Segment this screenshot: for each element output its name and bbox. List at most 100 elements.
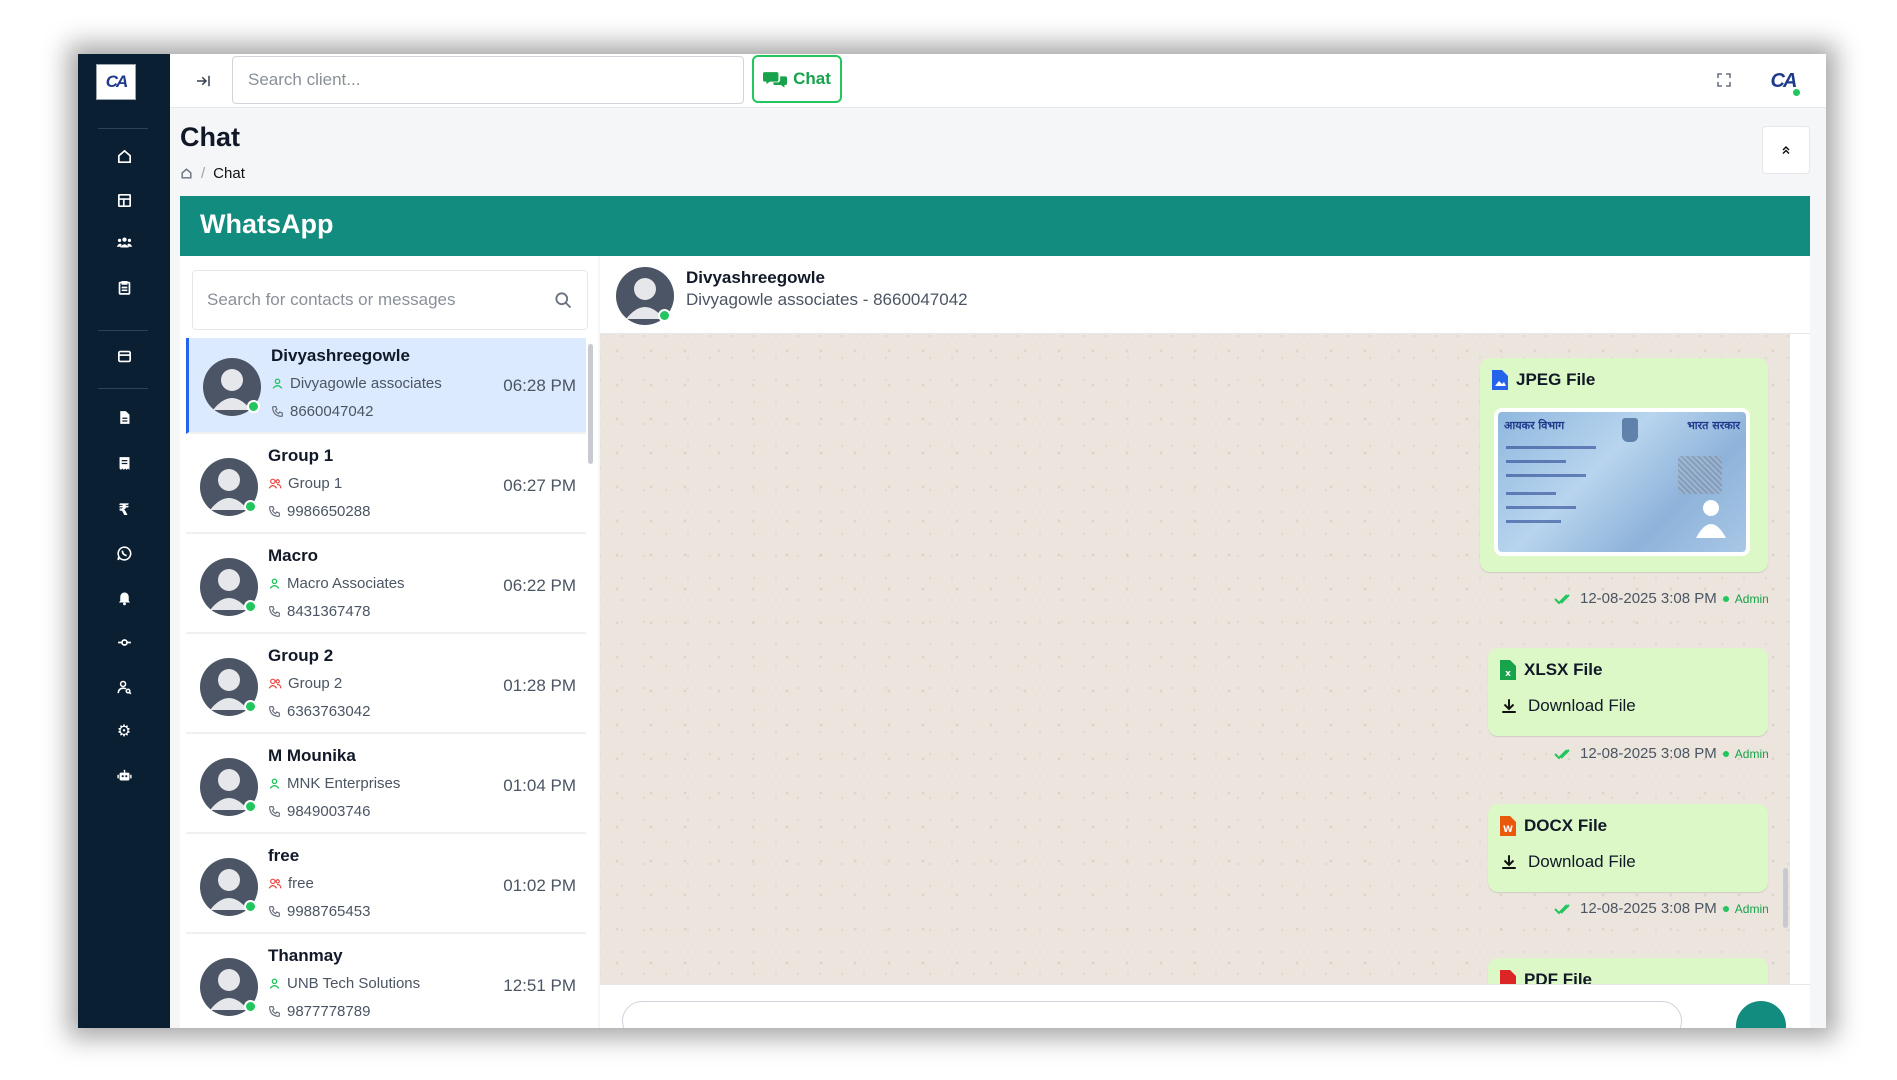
download-file-link[interactable]: Download File xyxy=(1500,852,1636,872)
phone-icon xyxy=(272,406,283,417)
sidebar-item-whatsapp[interactable] xyxy=(78,538,170,568)
contact-item[interactable]: Group 2 Group 2 6363763042 01:28 PM xyxy=(186,636,586,734)
double-check-icon xyxy=(1554,593,1570,604)
pan-card-dept-text: आयकर विभाग xyxy=(1504,419,1565,432)
contact-phone-text: 9986650288 xyxy=(287,503,371,520)
table-icon xyxy=(117,193,131,207)
phone-icon xyxy=(269,906,280,917)
contact-phone-text: 8431367478 xyxy=(287,603,371,620)
home-icon[interactable] xyxy=(180,167,193,180)
message-file-title: JPEG File xyxy=(1492,370,1595,390)
contact-item[interactable]: Thanmay UNB Tech Solutions 9877778789 12:51… xyxy=(186,936,586,1028)
message-bubble: JPEG File आयकर विभाग भारत सरकार xyxy=(1480,358,1768,572)
contact-search xyxy=(192,270,588,330)
download-icon xyxy=(1502,699,1516,713)
search-icon[interactable] xyxy=(553,290,573,310)
contact-phone: 9877778789 xyxy=(268,1003,370,1020)
message-area: JPEG File आयकर विभाग भारत सरकार 12-08-20… xyxy=(600,334,1790,984)
message-file-title-text: XLSX File xyxy=(1524,660,1603,679)
message-file-title: W DOCX File xyxy=(1500,816,1607,836)
contact-item[interactable]: Divyashreegowle Divyagowle associates 8660… xyxy=(186,338,586,434)
pan-card-line xyxy=(1506,506,1576,509)
sidebar-item-table[interactable] xyxy=(78,185,170,215)
hologram-icon xyxy=(1678,456,1722,494)
phone-icon xyxy=(269,706,280,717)
contact-search-input[interactable] xyxy=(193,271,553,329)
chat-button[interactable]: Chat xyxy=(752,55,842,103)
send-button[interactable] xyxy=(1736,1001,1786,1028)
sidebar-item-bell[interactable] xyxy=(78,582,170,612)
online-status-dot xyxy=(244,900,257,913)
receipt-icon xyxy=(119,456,129,470)
excel-file-icon: x xyxy=(1500,660,1516,680)
users-icon xyxy=(116,237,132,247)
sidebar-item-settings[interactable]: ⚙ xyxy=(78,715,170,745)
document-icon xyxy=(119,410,129,424)
collapse-arrow-icon xyxy=(197,75,210,87)
contact-name: free xyxy=(268,846,300,865)
contact-item[interactable]: Macro Macro Associates 8431367478 06:22 PM xyxy=(186,536,586,634)
sidebar-item-commit[interactable] xyxy=(78,627,170,657)
pan-card-image[interactable]: आयकर विभाग भारत सरकार xyxy=(1494,408,1750,556)
fullscreen-icon[interactable] xyxy=(1712,68,1736,92)
sidebar-item-receipt[interactable] xyxy=(78,448,170,478)
contact-company-text: Group 2 xyxy=(288,675,343,692)
collapse-header-button[interactable] xyxy=(1762,126,1810,174)
chat-bubbles-icon xyxy=(763,72,788,88)
sidebar-item-robot[interactable] xyxy=(78,760,170,790)
sidebar-logo[interactable]: CA xyxy=(96,64,136,100)
chat-header: Divyashreegowle Divyagowle associates - … xyxy=(600,256,1810,334)
logo-text: CA xyxy=(105,72,129,91)
gear-icon: ⚙ xyxy=(116,720,132,740)
clipboard-icon xyxy=(118,280,130,295)
contact-phone-text: 9877778789 xyxy=(287,1003,371,1020)
phone-icon xyxy=(269,606,280,617)
contact-item[interactable]: free free 9988765453 01:02 PM xyxy=(186,836,586,934)
contact-company-text: Divyagowle associates xyxy=(290,375,442,392)
message-timestamp: 12-08-2025 3:08 PM xyxy=(1580,745,1717,762)
message-file-title: PDF File xyxy=(1500,970,1592,984)
contact-time: 01:28 PM xyxy=(503,676,576,695)
message-sender: Admin xyxy=(1734,746,1769,761)
contact-phone: 9849003746 xyxy=(268,803,370,820)
contact-company: free xyxy=(268,875,314,892)
contact-company-text: Macro Associates xyxy=(287,575,405,592)
photo-silhouette-icon xyxy=(1696,500,1726,538)
sidebar-toggle-button[interactable] xyxy=(190,68,216,94)
online-status-dot xyxy=(244,500,257,513)
contact-company: UNB Tech Solutions xyxy=(268,975,420,992)
pan-card-line xyxy=(1506,446,1596,449)
contact-item[interactable]: Group 1 Group 1 9986650288 06:27 PM xyxy=(186,436,586,534)
message-input[interactable] xyxy=(622,1001,1682,1028)
contact-list-scrollbar[interactable] xyxy=(588,344,593,464)
message-meta: 12-08-2025 3:08 PM Admin xyxy=(1554,745,1769,762)
online-status-dot xyxy=(244,800,257,813)
contact-company-text: Group 1 xyxy=(288,475,343,492)
download-file-link[interactable]: Download File xyxy=(1500,696,1636,716)
page-title: Chat xyxy=(180,122,240,152)
online-status-dot xyxy=(244,1000,257,1013)
sidebar-item-clipboard[interactable] xyxy=(78,272,170,302)
sidebar-item-rupee[interactable]: ₹ xyxy=(78,494,170,524)
pan-card-line xyxy=(1506,520,1561,523)
contact-item[interactable]: M Mounika MNK Enterprises 9849003746 01:04 … xyxy=(186,736,586,834)
contact-name: M Mounika xyxy=(268,746,356,765)
sidebar-divider xyxy=(98,330,148,331)
sidebar-item-user-key[interactable] xyxy=(78,672,170,702)
client-search-input[interactable] xyxy=(232,56,744,104)
sidebar-item-home[interactable] xyxy=(78,141,170,171)
status-dot xyxy=(1722,905,1729,912)
user-icon xyxy=(272,378,283,389)
sidebar-item-document[interactable] xyxy=(78,402,170,432)
contact-name: Thanmay xyxy=(268,946,343,965)
top-bar: Chat CA xyxy=(170,54,1826,108)
contact-time: 06:27 PM xyxy=(503,476,576,495)
pan-card-line xyxy=(1506,492,1556,495)
user-avatar[interactable]: CA xyxy=(1764,62,1802,100)
online-status-dot xyxy=(247,400,260,413)
message-area-scrollbar[interactable] xyxy=(1783,868,1788,928)
sidebar-item-users[interactable] xyxy=(78,227,170,257)
sidebar: CA ₹ ⚙ xyxy=(78,54,170,1028)
download-icon xyxy=(1502,855,1516,869)
sidebar-item-card[interactable] xyxy=(78,341,170,371)
